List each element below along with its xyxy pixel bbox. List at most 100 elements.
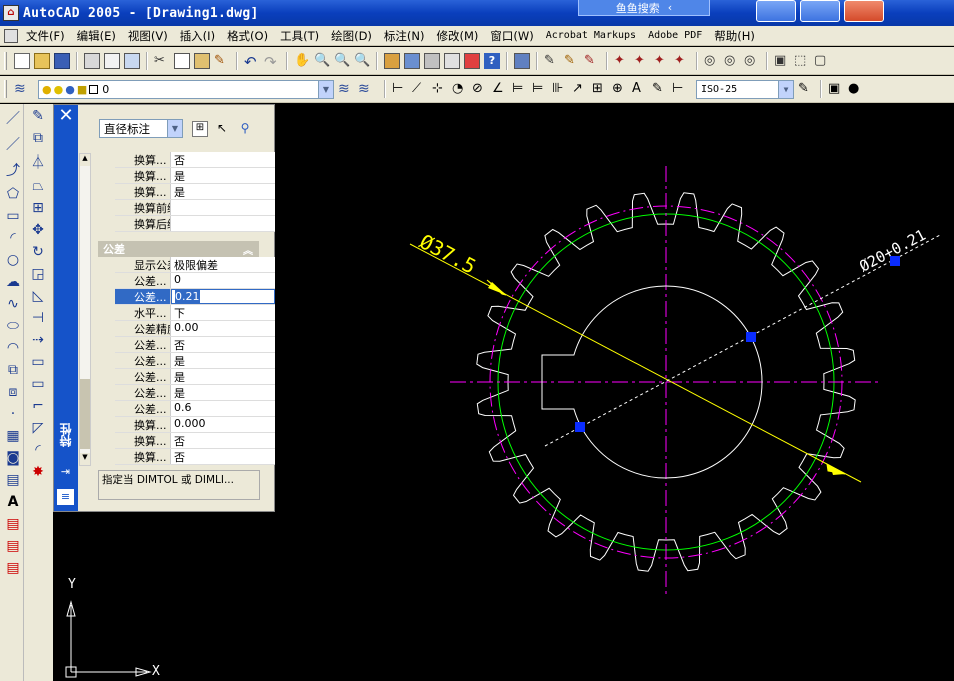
paste-icon[interactable]: [194, 52, 210, 69]
dimstyle-manager-icon[interactable]: ✎: [798, 81, 814, 97]
window-minimize-button[interactable]: [756, 0, 796, 22]
layer-previous-icon[interactable]: ≋: [358, 81, 374, 97]
match-properties-icon[interactable]: ✎: [214, 53, 230, 69]
markup-note-icon[interactable]: ✎: [584, 53, 600, 69]
table-icon[interactable]: ▤: [6, 472, 19, 488]
palette-title-strip[interactable]: ✕ 特性 ⇥ ≡: [54, 105, 78, 511]
menu-insert[interactable]: 插入(I): [174, 28, 221, 44]
property-row[interactable]: 换算... 是: [115, 168, 275, 184]
drawing-area[interactable]: Ø37.5 Ø20+0.21: [275, 104, 954, 681]
property-value[interactable]: 是: [171, 385, 275, 400]
dim-linear-icon[interactable]: ⊢: [392, 81, 408, 97]
property-row[interactable]: 公差... 0.6: [115, 401, 275, 417]
make-current-icon[interactable]: ≋: [338, 81, 354, 97]
print-preview-icon[interactable]: [104, 52, 120, 69]
property-value[interactable]: 0.00: [171, 321, 275, 336]
markup-icon[interactable]: [464, 52, 480, 69]
property-value-input[interactable]: 0.21: [171, 289, 275, 304]
zoom-window-icon[interactable]: 🔍: [334, 53, 350, 69]
property-row[interactable]: 换算后缀: [115, 216, 275, 232]
quick-dim-icon[interactable]: ⊨: [512, 81, 528, 97]
dim-edit-icon[interactable]: A: [632, 81, 648, 97]
revcloud-icon[interactable]: ☁: [6, 274, 20, 290]
publish-icon[interactable]: [124, 52, 140, 69]
sheet-set-icon[interactable]: [444, 52, 460, 69]
palette-scrollbar[interactable]: ▲ ▼: [79, 153, 91, 466]
new-icon[interactable]: [14, 52, 30, 69]
pdf-review-icon[interactable]: ▤: [6, 560, 19, 576]
zoom-realtime-icon[interactable]: 🔍: [314, 53, 330, 69]
search-toolbar[interactable]: 鱼鱼搜索 ‹: [578, 0, 710, 16]
property-value[interactable]: 否: [171, 152, 275, 167]
toolbar-grip[interactable]: [4, 80, 7, 98]
property-value[interactable]: 0.6: [171, 401, 275, 416]
property-value[interactable]: 是: [171, 353, 275, 368]
circle-icon[interactable]: ○: [7, 252, 19, 268]
dim-update-icon[interactable]: ⊢: [672, 81, 688, 97]
property-row[interactable]: 换算... 否: [115, 449, 275, 465]
help-icon[interactable]: ?: [484, 52, 500, 69]
chevron-down-icon[interactable]: ▼: [318, 80, 333, 98]
markup-highlight-icon[interactable]: ✎: [564, 53, 580, 69]
trim-icon[interactable]: ⊣: [32, 310, 44, 326]
chevron-down-icon[interactable]: ▼: [778, 80, 793, 98]
extend-icon[interactable]: ⇢: [32, 332, 44, 348]
join-icon[interactable]: ⌐: [32, 398, 44, 414]
polygon-icon[interactable]: ⬠: [7, 186, 19, 202]
3d-orbit-icon[interactable]: ⬚: [794, 53, 810, 69]
property-row[interactable]: 换算... 是: [115, 184, 275, 200]
stretch-icon[interactable]: ◺: [33, 288, 44, 304]
chamfer-icon[interactable]: ◸: [33, 420, 44, 436]
property-value[interactable]: 极限偏差: [171, 257, 275, 272]
pdf-markup-icon[interactable]: [514, 52, 530, 69]
object-type-dropdown[interactable]: 直径标注 ▼: [99, 119, 183, 138]
dim-aligned-icon[interactable]: ⟋: [412, 81, 428, 97]
window-maximize-button[interactable]: [800, 0, 840, 22]
region-icon[interactable]: ◙: [6, 450, 20, 466]
layer-manager-icon[interactable]: ≋: [14, 81, 30, 97]
menu-draw[interactable]: 绘图(D): [325, 28, 378, 44]
offset-icon[interactable]: ⏢: [32, 178, 43, 194]
line-icon[interactable]: ／: [6, 108, 20, 128]
property-row[interactable]: 换算... 否: [115, 433, 275, 449]
dim-continue-icon[interactable]: ⊪: [552, 81, 568, 97]
viewport-freeze-icon[interactable]: ●: [65, 83, 75, 96]
menu-format[interactable]: 格式(O): [221, 28, 274, 44]
explode-icon[interactable]: ✸: [32, 464, 44, 480]
rotate-icon[interactable]: ↻: [32, 244, 44, 260]
property-value[interactable]: 否: [171, 433, 275, 448]
dim-diameter-icon[interactable]: ⊘: [472, 81, 488, 97]
copy-icon[interactable]: [174, 52, 190, 69]
menu-edit[interactable]: 编辑(E): [71, 28, 122, 44]
property-value[interactable]: 是: [171, 168, 275, 183]
erase-icon[interactable]: ✎: [32, 108, 44, 124]
chevron-down-icon[interactable]: ▼: [80, 453, 90, 465]
dim-angular-icon[interactable]: ∠: [492, 81, 508, 97]
property-row[interactable]: 公差精度0.00: [115, 321, 275, 337]
undo-icon[interactable]: ↶: [244, 53, 260, 71]
spline-icon[interactable]: ∿: [7, 296, 19, 312]
property-row-selected[interactable]: 公差... 0.21: [115, 289, 275, 305]
chevron-down-icon[interactable]: ▼: [167, 120, 182, 137]
property-row[interactable]: 显示公差极限偏差: [115, 257, 275, 273]
property-row[interactable]: 换算前缀: [115, 200, 275, 216]
toolbar-grip[interactable]: [4, 51, 7, 70]
markup-pen-icon[interactable]: ✎: [544, 53, 560, 69]
property-row[interactable]: 公差... 是: [115, 385, 275, 401]
select-objects-icon[interactable]: ↖: [214, 121, 230, 137]
solid-intersect-icon[interactable]: ◎: [744, 53, 760, 69]
layer-dropdown[interactable]: ● ● ● ■ 0 ▼: [38, 79, 334, 99]
tolerance-section-header[interactable]: 公差 ︽: [98, 241, 259, 257]
point-icon[interactable]: ·: [11, 406, 15, 422]
window-close-button[interactable]: [844, 0, 884, 22]
property-row[interactable]: 水平... 下: [115, 305, 275, 321]
array-icon[interactable]: ⊞: [32, 200, 44, 216]
property-row[interactable]: 公差... 否: [115, 337, 275, 353]
pdf-icon-3[interactable]: ✦: [654, 53, 670, 69]
solid-union-icon[interactable]: ◎: [704, 53, 720, 69]
toggle-pickadd-icon[interactable]: ⊞: [192, 121, 208, 137]
cut-icon[interactable]: ✂: [154, 53, 170, 69]
menu-adobe-pdf[interactable]: Adobe PDF: [642, 30, 708, 41]
pan-icon[interactable]: ✋: [294, 53, 310, 69]
menu-dimension[interactable]: 标注(N): [378, 28, 431, 44]
